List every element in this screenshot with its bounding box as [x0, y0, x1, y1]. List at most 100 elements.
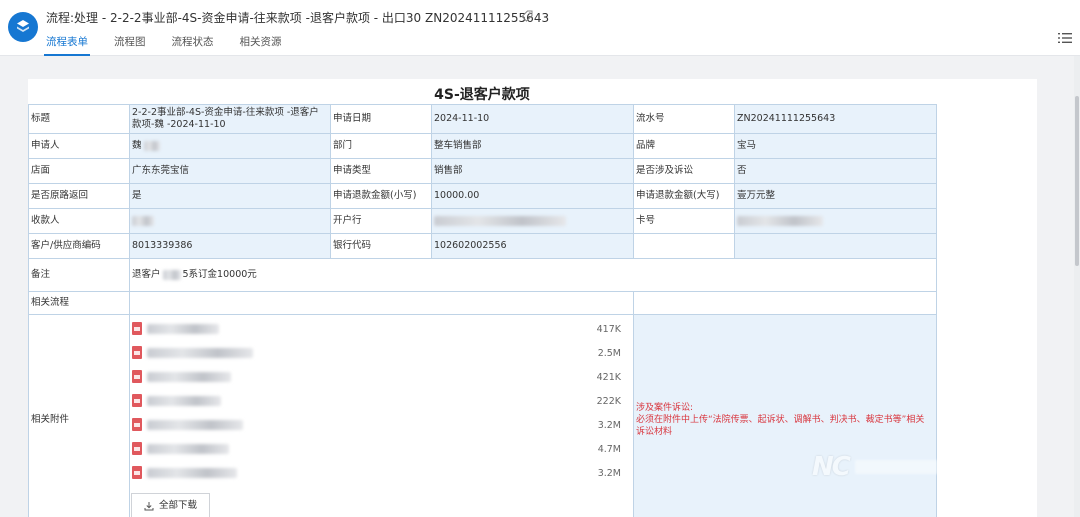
- return-original-label: 是否原路返回: [28, 183, 130, 209]
- form-table: 标题 2-2-2事业部-4S-资金申请-往来款项 -退客户款项-魏 -2024-…: [28, 104, 937, 517]
- remark-suffix: 5系订金10000元: [182, 269, 257, 280]
- watermark: NC: [812, 452, 1035, 482]
- attachment-name-redacted[interactable]: [147, 324, 219, 334]
- store-label: 店面: [28, 158, 130, 184]
- attachment-name-redacted[interactable]: [147, 396, 221, 406]
- app-logo: [8, 12, 38, 42]
- apply-date-value: 2024-11-10: [431, 104, 634, 134]
- tab-related-resources[interactable]: 相关资源: [240, 34, 282, 56]
- attachment-item[interactable]: 4.7M: [130, 441, 633, 457]
- bank-value: [431, 208, 634, 234]
- remark-value: 退客户 5系订金10000元: [129, 258, 937, 292]
- applicant-value: 魏: [132, 140, 142, 151]
- subject-label: 标题: [28, 104, 130, 134]
- list-menu-icon[interactable]: [1058, 32, 1072, 44]
- attachment-name-redacted[interactable]: [147, 468, 237, 478]
- form-row: 标题 2-2-2事业部-4S-资金申请-往来款项 -退客户款项-魏 -2024-…: [28, 104, 937, 134]
- pdf-file-icon: [132, 346, 142, 359]
- redacted-text: [132, 215, 154, 226]
- scrollbar-thumb[interactable]: [1075, 96, 1079, 266]
- subject-value: 2-2-2事业部-4S-资金申请-往来款项 -退客户款项-魏 -2024-11-…: [129, 104, 331, 134]
- pdf-file-icon: [132, 442, 142, 455]
- amount-lower-label: 申请退款金额(小写): [330, 183, 432, 209]
- department-label: 部门: [330, 133, 432, 159]
- apply-type-label: 申请类型: [330, 158, 432, 184]
- lawsuit-note-cell: 涉及案件诉讼: 必须在附件中上传“法院传票、起诉状、调解书、判决书、裁定书等”相…: [633, 314, 937, 517]
- attachment-list: 417K 2.5M 421K 222K 3.2M 4.7M 3.2M 全部下载: [130, 315, 633, 517]
- attachment-size: 3.2M: [597, 420, 621, 431]
- tab-process-form[interactable]: 流程表单: [44, 34, 90, 56]
- supplier-code-value: 8013339386: [129, 233, 331, 259]
- form-row: 相关流程: [28, 291, 937, 315]
- download-all-label: 全部下载: [158, 500, 197, 511]
- attachment-item[interactable]: 3.2M: [130, 465, 633, 481]
- remark-label: 备注: [28, 258, 130, 292]
- attachment-item[interactable]: 421K: [130, 369, 633, 385]
- serial-no-value: ZN20241111255643: [734, 104, 937, 134]
- brand-label: 品牌: [633, 133, 735, 159]
- empty-cell: [633, 233, 735, 259]
- brand-value: 宝马: [734, 133, 937, 159]
- attachment-name-redacted[interactable]: [147, 372, 231, 382]
- attachment-item[interactable]: 417K: [130, 321, 633, 337]
- empty-cell: [734, 233, 937, 259]
- attachment-name-redacted[interactable]: [147, 348, 253, 358]
- top-bar: 流程:处理 - 2-2-2事业部-4S-资金申请-往来款项 -退客户款项 - 出…: [0, 0, 1080, 56]
- attachments-label: 相关附件: [28, 314, 130, 517]
- redacted-text: [737, 215, 823, 226]
- amount-lower-value: 10000.00: [431, 183, 634, 209]
- return-original-value: 是: [129, 183, 331, 209]
- card-no-label: 卡号: [633, 208, 735, 234]
- litigation-value: 否: [734, 158, 937, 184]
- attachment-size: 417K: [596, 324, 621, 335]
- form-row: 相关附件 417K 2.5M 421K 222K 3.2M 4.7M 3.2M …: [28, 314, 937, 517]
- store-value: 广东东莞宝信: [129, 158, 331, 184]
- attachment-item[interactable]: 2.5M: [130, 345, 633, 361]
- pdf-file-icon: [132, 322, 142, 335]
- tab-bar: 流程表单 流程图 流程状态 相关资源: [44, 34, 308, 56]
- attachment-size: 3.2M: [597, 468, 621, 479]
- download-icon: [144, 502, 154, 511]
- serial-no-label: 流水号: [633, 104, 735, 134]
- apply-type-value: 销售部: [431, 158, 634, 184]
- pdf-file-icon: [132, 466, 142, 479]
- attachment-item[interactable]: 3.2M: [130, 417, 633, 433]
- amount-upper-label: 申请退款金额(大写): [633, 183, 735, 209]
- supplier-code-label: 客户/供应商编码: [28, 233, 130, 259]
- related-flow-value[interactable]: [129, 291, 634, 315]
- attachment-name-redacted[interactable]: [147, 420, 243, 430]
- attachment-size: 421K: [596, 372, 621, 383]
- bank-code-label: 银行代码: [330, 233, 432, 259]
- attachment-item[interactable]: 222K: [130, 393, 633, 409]
- card-no-value: [734, 208, 937, 234]
- attachment-size: 2.5M: [597, 348, 621, 359]
- redacted-text: [162, 269, 181, 280]
- form-title: 4S-退客户款项: [434, 87, 530, 103]
- apply-date-label: 申请日期: [330, 104, 432, 134]
- vertical-scrollbar[interactable]: [1074, 56, 1080, 517]
- form-row: 店面 广东东莞宝信 申请类型 销售部 是否涉及诉讼 否: [28, 158, 937, 184]
- litigation-label: 是否涉及诉讼: [633, 158, 735, 184]
- remark-prefix: 退客户: [132, 269, 161, 280]
- attachment-name-redacted[interactable]: [147, 444, 229, 454]
- bank-code-value: 102602002556: [431, 233, 634, 259]
- bank-label: 开户行: [330, 208, 432, 234]
- tag-icon[interactable]: [520, 9, 534, 23]
- tab-process-chart[interactable]: 流程图: [114, 34, 146, 56]
- payee-value: [129, 208, 331, 234]
- form-row: 申请人 魏 部门 整车销售部 品牌 宝马: [28, 133, 937, 159]
- pdf-file-icon: [132, 394, 142, 407]
- applicant-cell: 魏: [129, 133, 331, 159]
- tab-process-status[interactable]: 流程状态: [172, 34, 214, 56]
- page-title: 流程:处理 - 2-2-2事业部-4S-资金申请-往来款项 -退客户款项 - 出…: [46, 11, 550, 25]
- pdf-file-icon: [132, 418, 142, 431]
- form-row: 备注 退客户 5系订金10000元: [28, 258, 937, 292]
- download-all-button[interactable]: 全部下载: [131, 493, 210, 517]
- watermark-logo: NC: [812, 452, 851, 482]
- app-logo-icon: [17, 20, 29, 32]
- attachment-size: 4.7M: [597, 444, 621, 455]
- form-row: 收款人 开户行 卡号: [28, 208, 937, 234]
- applicant-label: 申请人: [28, 133, 130, 159]
- attachment-size: 222K: [596, 396, 621, 407]
- related-flow-label: 相关流程: [28, 291, 130, 315]
